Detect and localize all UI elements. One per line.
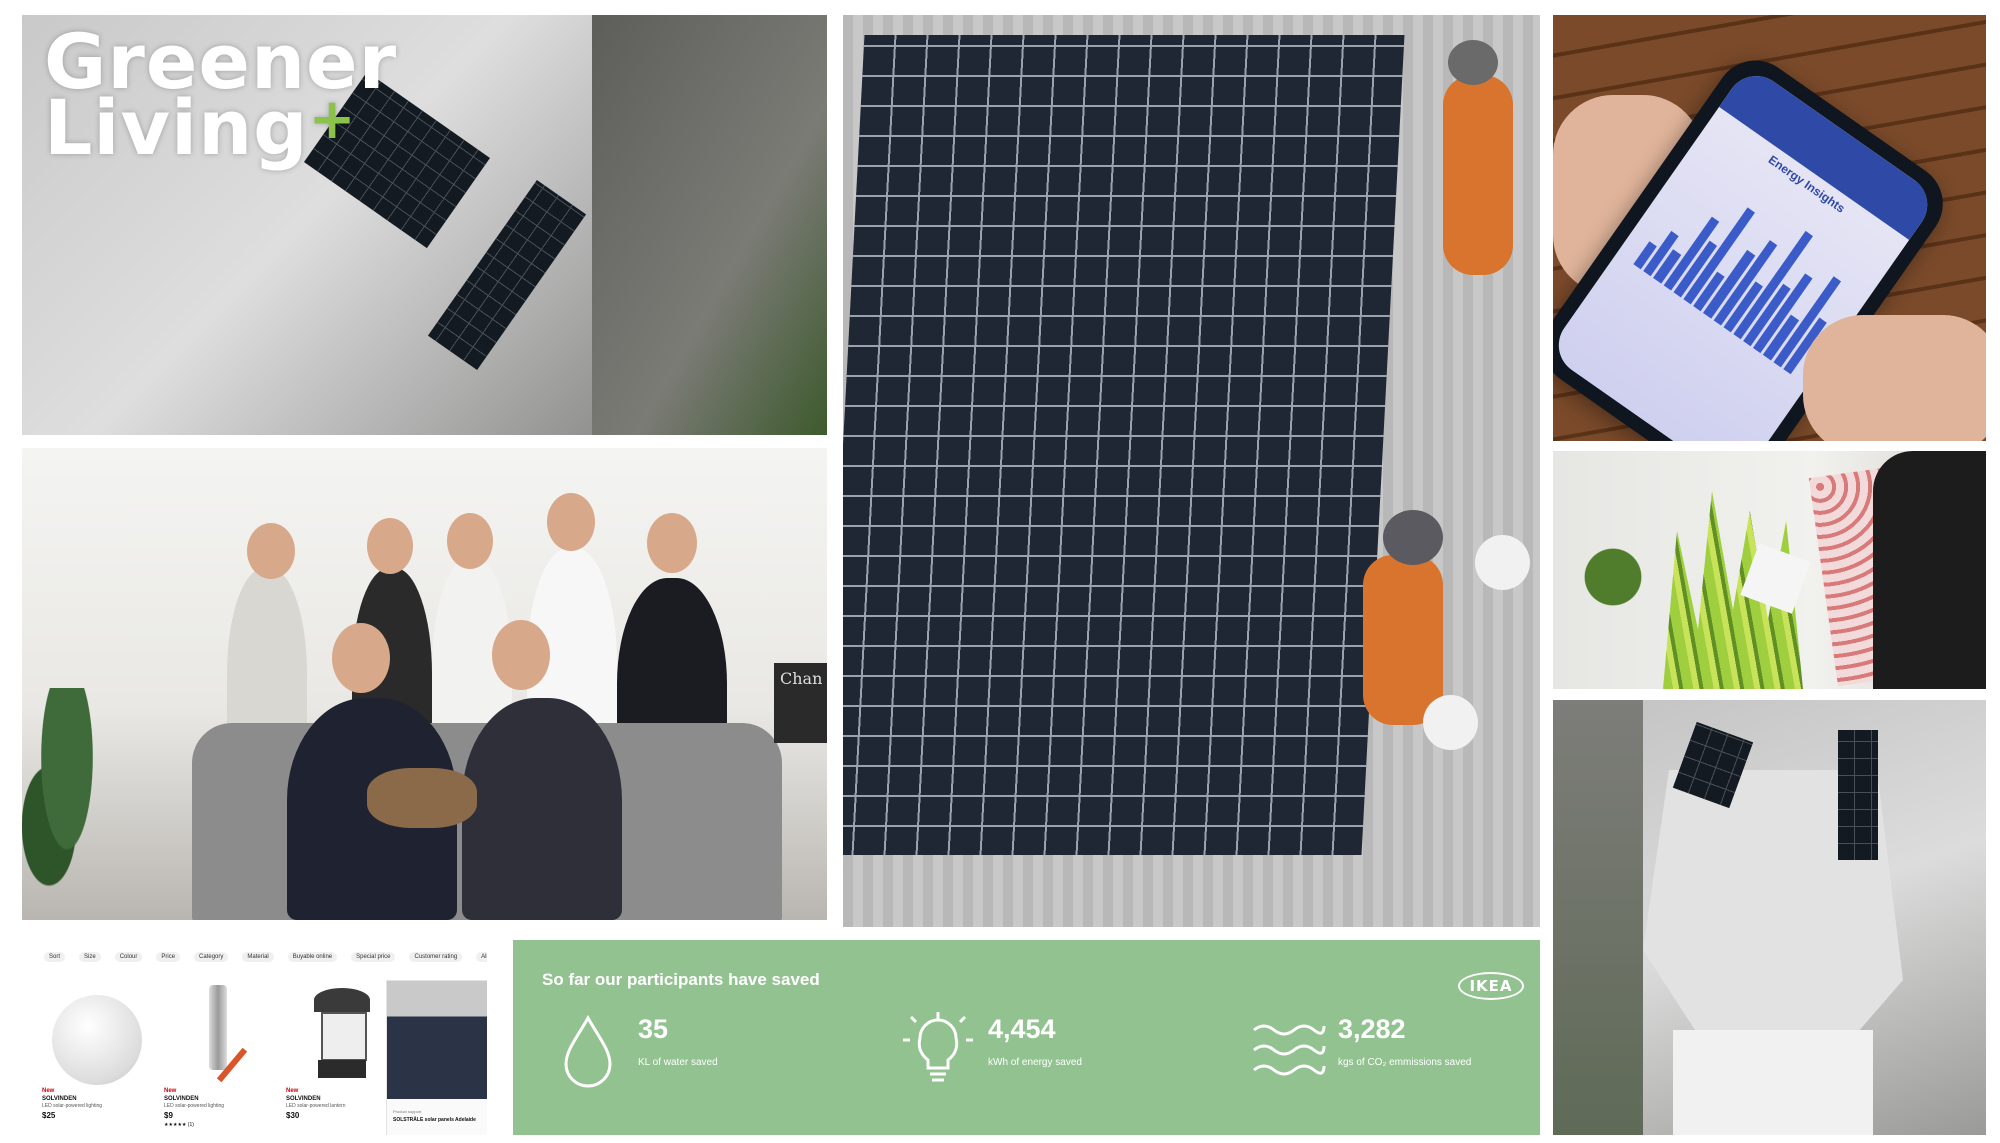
product-name: SOLVINDEN xyxy=(42,1096,77,1102)
roof-vent xyxy=(1475,535,1530,590)
stat-label: KL of water saved xyxy=(638,1057,718,1068)
product-description: LED solar-powered lighting xyxy=(42,1103,103,1109)
wind-waves-icon xyxy=(1253,1024,1326,1076)
globe-lamp xyxy=(52,995,142,1085)
stats-title: So far our participants have saved xyxy=(542,970,820,989)
stat-value: 4,454 xyxy=(988,1014,1056,1044)
plus-icon: + xyxy=(308,87,357,152)
person-head xyxy=(447,513,493,569)
shrub xyxy=(1573,541,1653,661)
driveway xyxy=(592,15,827,435)
product-price: $9 xyxy=(164,1111,173,1120)
filter-bar: Sort Size Colour Price Category Material… xyxy=(44,952,487,962)
stat-value: 35 xyxy=(638,1014,669,1044)
energy-app-phone-photo: Energy Insights xyxy=(1553,15,1986,441)
person xyxy=(462,698,622,920)
filter-all[interactable]: All filters xyxy=(476,952,487,962)
stat-energy: 4,454 kWh of energy saved xyxy=(898,1010,1082,1090)
product-price: $30 xyxy=(286,1111,300,1120)
stat-label: kgs of CO₂ emmissions saved xyxy=(1338,1057,1472,1068)
roof-vent xyxy=(1423,695,1478,750)
new-badge: New xyxy=(42,1088,55,1094)
lantern-base xyxy=(318,1060,366,1078)
solar-panels-card[interactable]: Product support SOLSTRÅLE solar panels A… xyxy=(386,980,487,1135)
stat-water: 35 KL of water saved xyxy=(548,1010,718,1090)
hand xyxy=(1803,315,1986,441)
filter-colour[interactable]: Colour xyxy=(114,952,143,962)
solar-panel-array xyxy=(843,35,1405,855)
installer-helmet xyxy=(1448,40,1498,85)
product-rating: ★★★★★ (1) xyxy=(164,1122,194,1128)
solar-panel-array xyxy=(1838,730,1878,860)
person-head xyxy=(247,523,295,579)
new-badge: New xyxy=(286,1088,299,1094)
chalkboard: Chan xyxy=(774,663,827,743)
brand-logo: Greener Living+ xyxy=(44,24,397,166)
person-head xyxy=(367,518,413,574)
garden-plant-photo xyxy=(1553,451,1986,689)
filter-special-price[interactable]: Special price xyxy=(351,952,396,962)
brand-title-line2: Living xyxy=(44,83,309,172)
product-listing: Sort Size Colour Price Category Material… xyxy=(22,940,487,1135)
installer-worker xyxy=(1443,75,1513,275)
card-title: SOLSTRÅLE solar panels Adelaide xyxy=(393,1117,476,1123)
person-head xyxy=(332,623,390,693)
filter-buyable-online[interactable]: Buyable online xyxy=(287,952,338,962)
stat-value: 3,282 xyxy=(1338,1014,1406,1044)
person xyxy=(1873,451,1986,689)
product-description: LED solar-powered lighting xyxy=(164,1103,225,1109)
person-head xyxy=(492,620,550,690)
product-description: LED solar-powered lantern xyxy=(286,1103,346,1109)
water-drop-icon xyxy=(564,1014,612,1088)
installer-worker xyxy=(1363,555,1443,725)
person-head xyxy=(547,493,595,551)
street xyxy=(1553,700,1643,1135)
stat-label: kWh of energy saved xyxy=(988,1057,1082,1068)
stake-lamp xyxy=(209,985,227,1070)
product-card[interactable]: New SOLVINDEN LED solar-powered lighting… xyxy=(164,980,264,1128)
filter-size[interactable]: Size xyxy=(79,952,101,962)
filter-sort[interactable]: Sort xyxy=(44,952,66,962)
ikea-logo: IKEA xyxy=(1458,972,1524,1000)
new-badge: New xyxy=(164,1088,177,1094)
savings-stats-banner: So far our participants have saved IKEA … xyxy=(513,940,1540,1135)
product-card[interactable]: New SOLVINDEN LED solar-powered lighting… xyxy=(42,980,142,1128)
filter-material[interactable]: Material xyxy=(242,952,274,962)
lantern-top xyxy=(314,988,370,1012)
aerial-roof-photo: Greener Living+ xyxy=(22,15,827,435)
product-name: SOLVINDEN xyxy=(286,1096,321,1102)
lightbulb-icon xyxy=(903,1012,973,1082)
product-image xyxy=(42,980,142,1085)
product-image xyxy=(286,980,386,1080)
product-image xyxy=(164,980,264,1083)
card-note: Product support xyxy=(393,1109,422,1114)
stat-emissions: 3,282 kgs of CO₂ emmissions saved xyxy=(1248,1010,1471,1090)
filter-category[interactable]: Category xyxy=(194,952,229,962)
house-facade xyxy=(1673,1030,1873,1135)
family-portrait-photo: Chan xyxy=(22,448,827,920)
aerial-house-photo xyxy=(1553,700,1986,1135)
lantern-body xyxy=(321,1012,367,1061)
person-head xyxy=(647,513,697,573)
houseplant xyxy=(22,688,112,918)
solar-roof-image xyxy=(387,981,487,1099)
product-price: $25 xyxy=(42,1111,56,1120)
product-card[interactable]: New SOLVINDEN LED solar-powered lantern … xyxy=(286,980,386,1128)
filter-price[interactable]: Price xyxy=(156,952,181,962)
installer-helmet xyxy=(1383,510,1443,565)
solar-installation-photo xyxy=(843,15,1540,927)
filter-customer-rating[interactable]: Customer rating xyxy=(409,952,463,962)
cat xyxy=(367,768,477,828)
product-name: SOLVINDEN xyxy=(164,1096,199,1102)
